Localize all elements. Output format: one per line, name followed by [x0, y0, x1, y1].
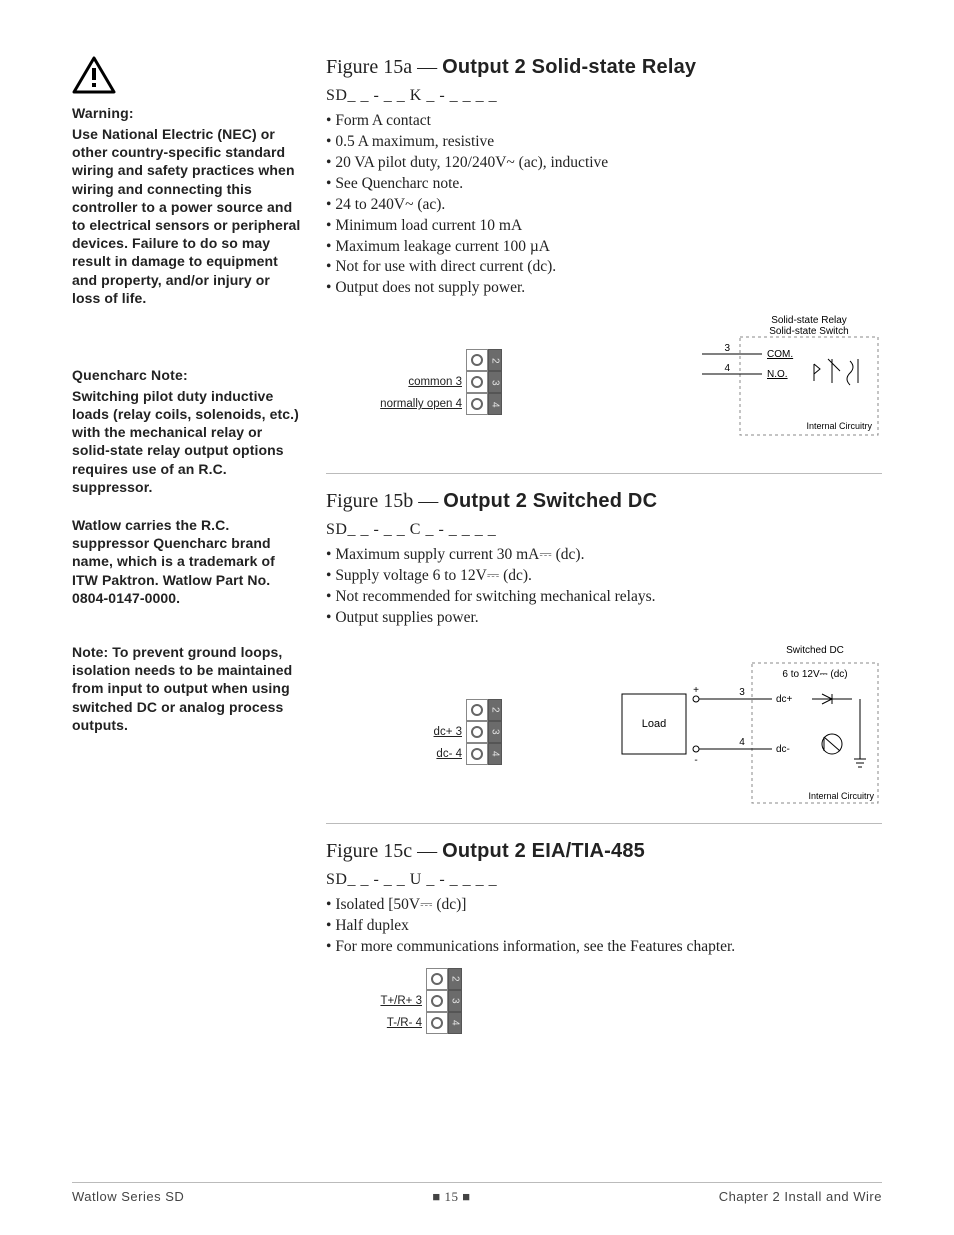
- terminal-num-3: 3: [488, 371, 502, 393]
- schem-foot: Internal Circuitry: [808, 791, 874, 801]
- bullet: Form A contact: [326, 111, 882, 132]
- terminal-num-4: 4: [488, 393, 502, 415]
- figure-15a-lead: Figure 15a —: [326, 56, 442, 78]
- figure-15c-terminal-block: 2 T+/R+ 3 3 T-/R- 4 4: [326, 968, 462, 1034]
- terminal-cell: [426, 990, 448, 1012]
- divider: [326, 823, 882, 824]
- bullet: Half duplex: [326, 916, 882, 937]
- terminal-cell: [466, 721, 488, 743]
- tb-label-common: common 3: [366, 376, 466, 388]
- footer-left: Watlow Series SD: [72, 1189, 184, 1205]
- schem-pin4: 4: [724, 363, 730, 374]
- schem-title1: Switched DC: [786, 645, 844, 656]
- schem-title1: Solid-state Relay: [771, 315, 847, 326]
- bullet: Output does not supply power.: [326, 278, 882, 299]
- schem-dcminus: dc-: [776, 744, 790, 755]
- figure-15c-lead: Figure 15c —: [326, 840, 442, 862]
- watlow-body: Watlow carries the R.C. suppressor Quenc…: [72, 516, 302, 607]
- schem-no: N.O.: [767, 369, 788, 380]
- bullet: Not for use with direct current (dc).: [326, 257, 882, 278]
- figure-15a-partno: SD_ _ - _ _ K _ - _ _ _ _: [326, 87, 882, 105]
- tb-label-dcminus: dc- 4: [366, 748, 466, 760]
- footer-right: Chapter 2 Install and Wire: [719, 1189, 882, 1205]
- bullet: Not recommended for switching mechanical…: [326, 587, 882, 608]
- terminal-num-4: 4: [488, 743, 502, 765]
- figure-15b-terminal-block: 2 dc+ 3 3 dc- 4 4: [366, 699, 502, 765]
- figure-15c-partno: SD_ _ - _ _ U _ - _ _ _ _: [326, 871, 882, 889]
- terminal-num-2: 2: [448, 968, 462, 990]
- figure-15b-partno: SD_ _ - _ _ C _ - _ _ _ _: [326, 521, 882, 539]
- figure-15c: Figure 15c — Output 2 EIA/TIA-485 SD_ _ …: [326, 840, 882, 1038]
- quencharc-title: Quencharc Note:: [72, 367, 302, 383]
- terminal-num-2: 2: [488, 349, 502, 371]
- figure-15b: Figure 15b — Output 2 Switched DC SD_ _ …: [326, 490, 882, 809]
- terminal-num-2: 2: [488, 699, 502, 721]
- schem-pin3: 3: [739, 687, 745, 698]
- schem-pin3: 3: [724, 343, 730, 354]
- warning-body: Use National Electric (NEC) or other cou…: [72, 125, 302, 307]
- bullet: Output supplies power.: [326, 608, 882, 629]
- figure-15b-lead: Figure 15b —: [326, 490, 443, 512]
- figure-15a-heading: Output 2 Solid-state Relay: [442, 56, 696, 78]
- page-footer: Watlow Series SD ■ 15 ■ Chapter 2 Instal…: [72, 1182, 882, 1205]
- schem-com: COM.: [767, 349, 793, 360]
- main-content: Figure 15a — Output 2 Solid-state Relay …: [326, 56, 882, 1038]
- tb-label-tminus: T-/R- 4: [326, 1017, 426, 1029]
- figure-15a-title: Figure 15a — Output 2 Solid-state Relay: [326, 56, 882, 79]
- figure-15b-title: Figure 15b — Output 2 Switched DC: [326, 490, 882, 513]
- bullet: 20 VA pilot duty, 120/240V~ (ac), induct…: [326, 153, 882, 174]
- figure-15c-heading: Output 2 EIA/TIA-485: [442, 840, 645, 862]
- terminal-cell: [466, 699, 488, 721]
- terminal-num-3: 3: [448, 990, 462, 1012]
- bullet: Maximum supply current 30 mA⎓ (dc).: [326, 545, 882, 566]
- bullet: Supply voltage 6 to 12V⎓ (dc).: [326, 566, 882, 587]
- bullet: Maximum leakage current 100 µA: [326, 237, 882, 258]
- tb-label-no: normally open 4: [366, 398, 466, 410]
- terminal-num-3: 3: [488, 721, 502, 743]
- quencharc-body: Switching pilot duty inductive loads (re…: [72, 387, 302, 496]
- schem-title2: Solid-state Switch: [769, 326, 848, 337]
- isolation-note: Note: To prevent ground loops, isolation…: [72, 643, 302, 734]
- figure-15a-schematic: Solid-state Relay Solid-state Switch 3 C…: [672, 309, 882, 439]
- bullet: 0.5 A maximum, resistive: [326, 132, 882, 153]
- terminal-cell: [466, 393, 488, 415]
- figure-15c-bullets: Isolated [50V⎓ (dc)] Half duplex For mor…: [326, 895, 882, 958]
- bullet: 24 to 240V~ (ac).: [326, 195, 882, 216]
- sidebar: Warning: Use National Electric (NEC) or …: [72, 56, 302, 1038]
- terminal-cell: [466, 371, 488, 393]
- schem-load: Load: [642, 718, 666, 730]
- divider: [326, 473, 882, 474]
- terminal-cell: [426, 1012, 448, 1034]
- schem-minus: -: [694, 755, 697, 766]
- terminal-num-4: 4: [448, 1012, 462, 1034]
- schem-plus: +: [693, 685, 699, 696]
- warning-icon: [72, 56, 302, 99]
- figure-15b-schematic: Switched DC 6 to 12V⎓ (dc) Load + 3 dc+: [562, 639, 882, 809]
- figure-15a-bullets: Form A contact 0.5 A maximum, resistive …: [326, 111, 882, 299]
- figure-15a-terminal-block: 2 common 3 3 normally open 4 4: [366, 349, 502, 415]
- tb-label-tplus: T+/R+ 3: [326, 995, 426, 1007]
- figure-15c-title: Figure 15c — Output 2 EIA/TIA-485: [326, 840, 882, 863]
- terminal-cell: [426, 968, 448, 990]
- bullet: See Quencharc note.: [326, 174, 882, 195]
- figure-15a: Figure 15a — Output 2 Solid-state Relay …: [326, 56, 882, 459]
- bullet: For more communications information, see…: [326, 937, 882, 958]
- warning-title: Warning:: [72, 105, 302, 121]
- schem-title2: 6 to 12V⎓ (dc): [782, 669, 847, 680]
- schem-foot: Internal Circuitry: [806, 421, 872, 431]
- figure-15b-bullets: Maximum supply current 30 mA⎓ (dc). Supp…: [326, 545, 882, 629]
- figure-15b-heading: Output 2 Switched DC: [443, 490, 657, 512]
- schem-pin4: 4: [739, 737, 745, 748]
- terminal-cell: [466, 349, 488, 371]
- bullet: Isolated [50V⎓ (dc)]: [326, 895, 882, 916]
- tb-label-dcplus: dc+ 3: [366, 726, 466, 738]
- terminal-cell: [466, 743, 488, 765]
- bullet: Minimum load current 10 mA: [326, 216, 882, 237]
- footer-page-number: ■ 15 ■: [432, 1189, 470, 1205]
- schem-dcplus: dc+: [776, 694, 793, 705]
